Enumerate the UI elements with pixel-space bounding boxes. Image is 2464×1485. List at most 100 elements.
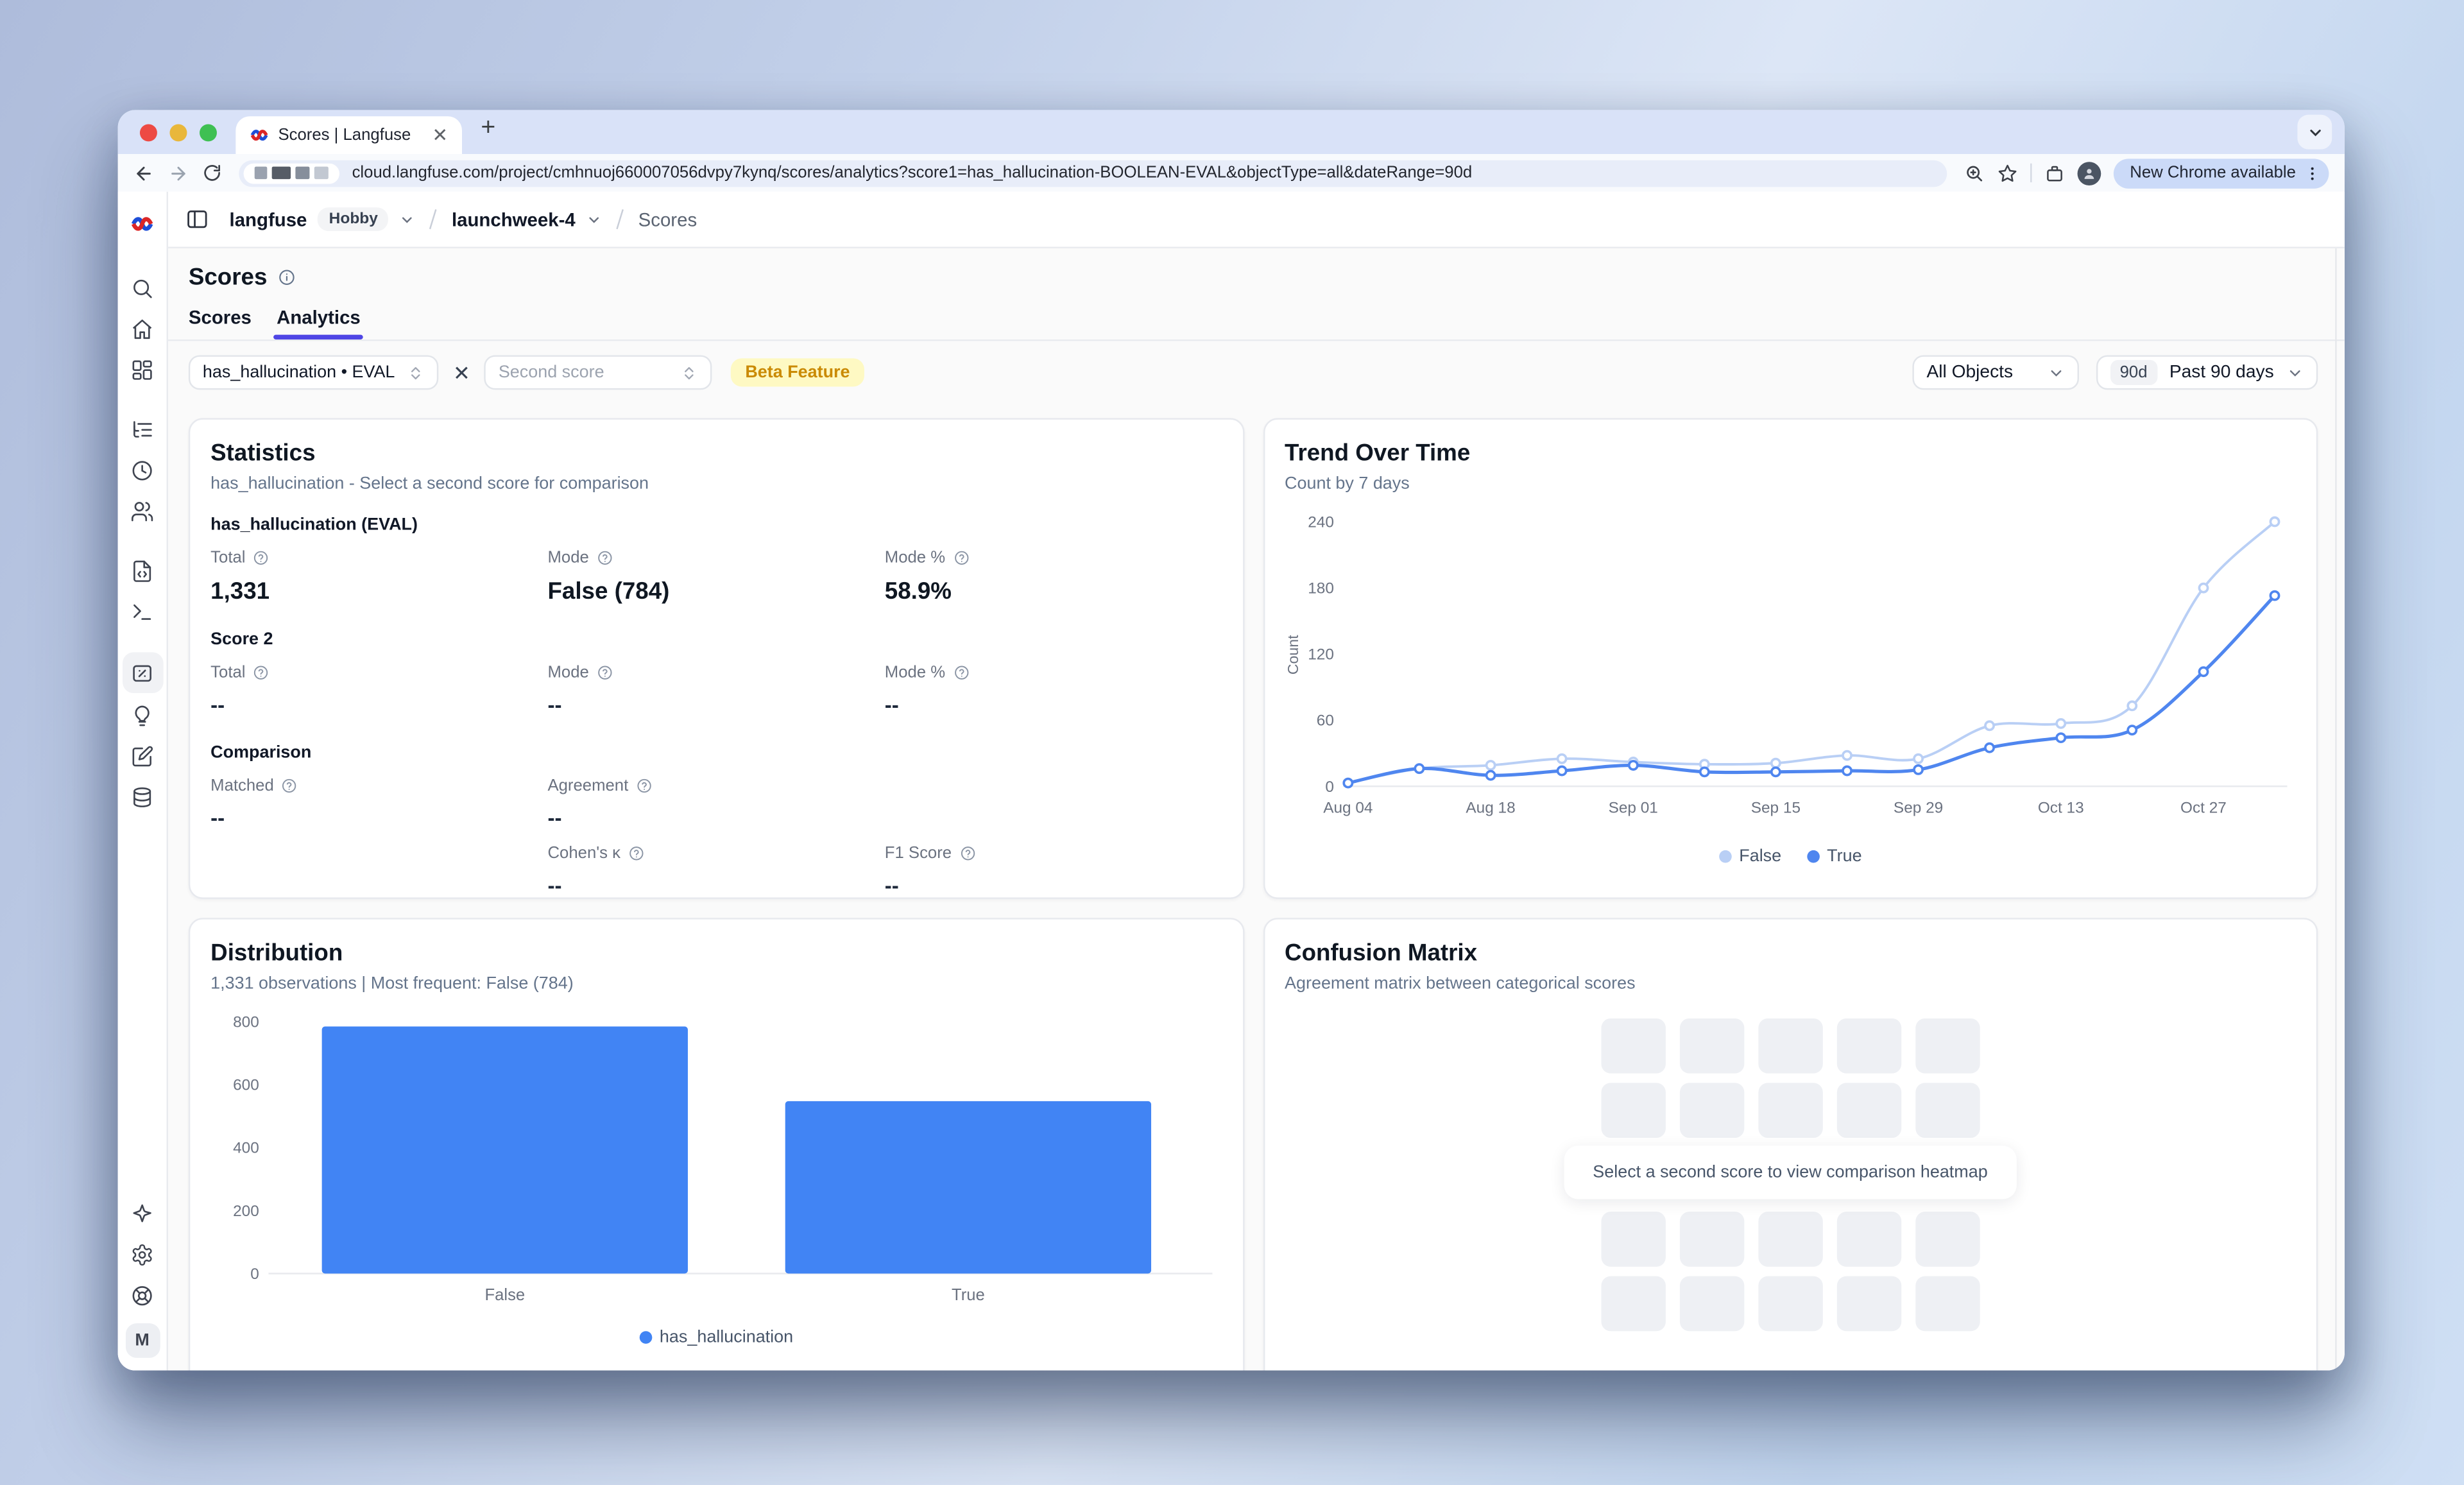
- help-icon[interactable]: [953, 665, 968, 680]
- profile-avatar[interactable]: [2078, 161, 2101, 185]
- confusion-placeholder-cell: [1601, 1276, 1665, 1332]
- sidebar-item-users[interactable]: [123, 492, 161, 530]
- site-info-chip[interactable]: [244, 162, 339, 183]
- svg-text:Oct 13: Oct 13: [2037, 800, 2083, 817]
- scrollbar-track[interactable]: [2335, 248, 2336, 1371]
- stat-value: 58.9%: [885, 578, 1222, 605]
- sidebar-item-scores[interactable]: [122, 652, 163, 693]
- legend-item-true[interactable]: True: [1806, 847, 1861, 866]
- svg-text:Aug 04: Aug 04: [1322, 800, 1372, 817]
- sidebar-item-support[interactable]: [123, 1276, 161, 1314]
- info-icon[interactable]: [278, 269, 296, 286]
- sidebar-item-annotation[interactable]: [123, 737, 161, 775]
- help-icon[interactable]: [628, 846, 644, 861]
- stat-mode: Mode False (784): [547, 549, 884, 605]
- sidebar-item-datasets[interactable]: [123, 778, 161, 816]
- score1-select[interactable]: has_hallucination • EVAL: [189, 355, 439, 390]
- section-heading: Comparison: [210, 743, 1222, 762]
- search-icon: [130, 276, 154, 300]
- bookmark-button[interactable]: [1998, 162, 2019, 183]
- user-avatar[interactable]: M: [125, 1323, 160, 1358]
- browser-tab[interactable]: Scores | Langfuse ✕: [235, 116, 462, 154]
- forward-button[interactable]: [168, 162, 189, 183]
- stat-grid: Matched -- Agreement --: [210, 777, 1222, 830]
- distribution-subtitle: 1,331 observations | Most frequent: Fals…: [210, 974, 1222, 993]
- tab-analytics[interactable]: Analytics: [277, 307, 361, 339]
- object-type-value: All Objects: [1926, 363, 2013, 382]
- object-type-select[interactable]: All Objects: [1912, 355, 2079, 390]
- help-icon[interactable]: [253, 550, 269, 565]
- stat-agreement: Agreement --: [547, 777, 884, 830]
- confusion-row: [1285, 1212, 2296, 1267]
- sidebar-item-prompts[interactable]: [123, 552, 161, 590]
- confusion-placeholder-grid: Select a second score to view comparison…: [1285, 1018, 2296, 1331]
- sidebar-item-search[interactable]: [123, 269, 161, 307]
- minimize-window-button[interactable]: [169, 123, 187, 141]
- tab-search-button[interactable]: [2297, 115, 2332, 150]
- filter-row: has_hallucination • EVAL ✕ Second score: [189, 354, 2318, 391]
- confusion-placeholder-cell: [1679, 1276, 1743, 1332]
- date-range-select[interactable]: 90d Past 90 days: [2096, 355, 2318, 390]
- breadcrumb-project[interactable]: launchweek-4: [452, 208, 576, 230]
- score2-select[interactable]: Second score: [484, 355, 712, 390]
- confusion-placeholder-cell: [1601, 1212, 1665, 1267]
- svg-text:600: 600: [233, 1076, 259, 1094]
- sidebar-item-dashboards[interactable]: [123, 350, 161, 388]
- back-button[interactable]: [133, 162, 154, 183]
- help-icon[interactable]: [597, 550, 612, 565]
- address-bar[interactable]: cloud.langfuse.com/project/cmhnuoj660007…: [239, 160, 1947, 187]
- confusion-placeholder-cell: [1836, 1276, 1901, 1332]
- cards-grid: Statistics has_hallucination - Select a …: [189, 418, 2318, 1370]
- score1-value: has_hallucination • EVAL: [203, 363, 395, 382]
- sidebar-item-ask-ai[interactable]: [123, 1194, 161, 1232]
- sidebar-rail: M: [118, 192, 168, 1371]
- update-chrome-button[interactable]: New Chrome available: [2114, 158, 2329, 188]
- help-icon[interactable]: [953, 550, 968, 565]
- sidebar-item-insights[interactable]: [123, 696, 161, 734]
- tab-close-icon[interactable]: ✕: [432, 126, 448, 144]
- tab-scores[interactable]: Scores: [189, 307, 252, 339]
- database-icon: [130, 785, 154, 809]
- chevron-down-icon: [2306, 123, 2323, 141]
- new-tab-button[interactable]: +: [481, 116, 495, 141]
- help-icon[interactable]: [253, 665, 269, 680]
- breadcrumb-org[interactable]: langfuse: [230, 208, 307, 230]
- chevron-down-icon: [2048, 364, 2065, 381]
- extensions-button[interactable]: [2045, 162, 2066, 183]
- filter-right-group: All Objects 90d Past 90 days: [1912, 355, 2318, 390]
- legend-item-has-hallucination[interactable]: has_hallucination: [639, 1328, 793, 1347]
- help-icon[interactable]: [959, 846, 975, 861]
- legend-item-false[interactable]: False: [1718, 847, 1781, 866]
- chevron-down-icon[interactable]: [400, 211, 415, 227]
- sidebar-item-settings[interactable]: [123, 1235, 161, 1273]
- reload-icon: [203, 164, 221, 182]
- browser-tabstrip: Scores | Langfuse ✕ +: [118, 110, 2345, 154]
- confusion-row: [1285, 1083, 2296, 1138]
- zoom-window-button[interactable]: [200, 123, 217, 141]
- svg-text:Sep 01: Sep 01: [1607, 800, 1657, 817]
- clear-score1-button[interactable]: ✕: [453, 362, 470, 382]
- stat-label: F1 Score: [885, 844, 952, 863]
- sidebar-item-home[interactable]: [123, 309, 161, 347]
- stat-label: Mode %: [885, 663, 945, 682]
- breadcrumb-separator: [430, 209, 438, 229]
- help-icon[interactable]: [637, 778, 652, 793]
- zoom-page-button[interactable]: [1965, 162, 1985, 183]
- reload-button[interactable]: [203, 164, 221, 182]
- stat-value: --: [210, 806, 547, 830]
- sidebar-item-tracing[interactable]: [123, 410, 161, 448]
- sidebar-toggle-button[interactable]: [185, 207, 209, 231]
- confusion-row: [1285, 1018, 2296, 1074]
- chevron-down-icon[interactable]: [586, 211, 602, 227]
- star-icon: [1998, 162, 2019, 183]
- toolbar-separator: [2031, 164, 2032, 182]
- help-icon[interactable]: [282, 778, 297, 793]
- help-icon[interactable]: [597, 665, 612, 680]
- sidebar-item-playground[interactable]: [123, 592, 161, 630]
- kebab-menu-icon[interactable]: [2304, 164, 2321, 182]
- url-text: cloud.langfuse.com/project/cmhnuoj660007…: [352, 164, 1473, 182]
- close-window-button[interactable]: [140, 123, 157, 141]
- stat-value: --: [210, 693, 547, 717]
- confusion-matrix-card: Confusion Matrix Agreement matrix betwee…: [1263, 918, 2318, 1370]
- sidebar-item-sessions[interactable]: [123, 451, 161, 489]
